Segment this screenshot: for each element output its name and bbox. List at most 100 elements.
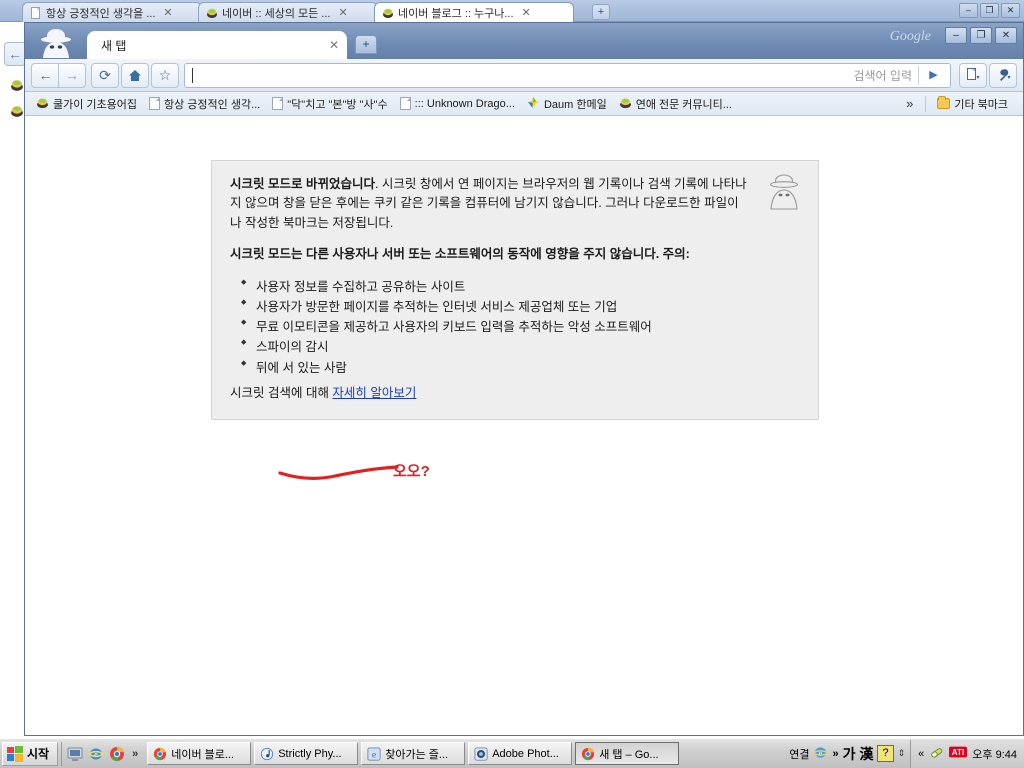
- incognito-spy-icon: [764, 173, 804, 211]
- list-item: 스파이의 감시: [241, 337, 800, 357]
- internet-explorer-icon[interactable]: e: [88, 746, 104, 762]
- ati-icon[interactable]: ATI: [949, 745, 968, 762]
- incognito-info-card: 시크릿 모드로 바뀌었습니다. 시크릿 창에서 연 페이지는 브라우저의 웹 기…: [211, 160, 819, 421]
- chrome-icon[interactable]: [109, 746, 125, 762]
- omnibox-go-button[interactable]: ▶: [918, 65, 948, 85]
- quick-launch-overflow[interactable]: »: [132, 748, 138, 760]
- browser-toolbar: ← → ⟳ ☆ 검색어 입력 ▶: [25, 59, 1023, 92]
- windows-logo-icon: [7, 745, 23, 762]
- task-label: Strictly Phy...: [278, 747, 342, 760]
- desktop-icon[interactable]: [67, 746, 83, 762]
- internet-explorer-icon: e: [367, 746, 381, 761]
- rear-minimize-button[interactable]: –: [959, 3, 978, 18]
- document-icon: [399, 97, 411, 110]
- tabstrip: 새 탭 ✕ + Google – ❐ ✕: [25, 23, 1023, 59]
- rear-back-button[interactable]: ←: [4, 42, 26, 66]
- tab-new-tab[interactable]: 새 탭 ✕: [87, 31, 347, 59]
- rear-maximize-button[interactable]: ❐: [980, 3, 999, 18]
- clock-area: « ATI 오후 9:44: [910, 739, 1024, 768]
- page-menu-icon: [966, 68, 979, 80]
- naver-icon: [619, 96, 632, 112]
- new-tab-button[interactable]: +: [355, 35, 377, 54]
- tray-connection-label[interactable]: 연결: [789, 746, 809, 762]
- task-button[interactable]: Strictly Phy...: [254, 742, 359, 765]
- bookmark-label: 연애 전문 커뮤니티...: [635, 98, 732, 111]
- list-item: 사용자가 방문한 페이지를 추적하는 인터넷 서비스 제공업체 또는 기업: [241, 297, 800, 317]
- rear-tab-0[interactable]: 항상 긍정적인 생각을 ... ✕: [22, 2, 202, 22]
- bookmark-item[interactable]: "닥"치고 "본"방 "사"수: [267, 94, 392, 114]
- address-bar[interactable]: 검색어 입력 ▶: [184, 62, 951, 88]
- maximize-button[interactable]: ❐: [970, 27, 992, 44]
- incognito-heading-2: 시크릿 모드는 다른 사용자나 서버 또는 소프트웨어의 동작에 영향을 주지 …: [230, 247, 690, 262]
- chrome-icon: [154, 747, 167, 760]
- tray-hidden-icons-chevron[interactable]: «: [918, 748, 924, 760]
- task-label: 네이버 블로...: [171, 748, 235, 761]
- page-menu-button[interactable]: [959, 62, 987, 88]
- task-button[interactable]: e 찾아가는 즐...: [361, 742, 466, 765]
- tray-overflow-button[interactable]: »: [832, 748, 838, 760]
- reload-button[interactable]: ⟳: [91, 62, 119, 88]
- rear-tab-close-icon[interactable]: ✕: [163, 6, 172, 19]
- rear-tab-close-icon[interactable]: ✕: [338, 6, 347, 19]
- document-icon: [149, 97, 161, 110]
- ime-mode-indicator[interactable]: 가: [843, 744, 856, 764]
- svg-text:e: e: [372, 749, 376, 760]
- bookmark-item[interactable]: ::: Unknown Drago...: [395, 95, 520, 112]
- bookmark-label: 항상 긍정적인 생각...: [164, 98, 261, 111]
- bookmarks-separator: [925, 95, 927, 112]
- naver-icon: [382, 7, 394, 19]
- bookmark-item[interactable]: 쿨가이 기초용어집: [31, 94, 142, 114]
- rear-naver-icon-a: [10, 78, 24, 92]
- minimize-button[interactable]: –: [945, 27, 967, 44]
- other-bookmarks-folder[interactable]: 기타 북마크: [932, 94, 1013, 114]
- task-button-active[interactable]: 새 탭 – Go...: [575, 742, 680, 765]
- bookmarks-bar: 쿨가이 기초용어집 항상 긍정적인 생각... "닥"치고 "본"방 "사"수 …: [25, 92, 1023, 116]
- task-button[interactable]: Adobe Phot...: [468, 742, 573, 765]
- task-button[interactable]: 네이버 블로...: [147, 742, 252, 765]
- close-button[interactable]: ✕: [995, 27, 1017, 44]
- ime-hanja-indicator[interactable]: 漢: [859, 744, 873, 764]
- text-caret: [192, 67, 193, 83]
- start-button[interactable]: 시작: [2, 741, 59, 766]
- back-button[interactable]: ←: [31, 62, 59, 88]
- bookmark-star-button[interactable]: ☆: [151, 62, 179, 88]
- toolbar-right-group: [959, 62, 1017, 88]
- annotation-text: 오오?: [393, 463, 430, 480]
- bookmark-label: Daum 한메일: [543, 98, 607, 111]
- forward-button[interactable]: →: [58, 62, 86, 88]
- quick-launch-bar: e »: [61, 741, 143, 766]
- incognito-heading-2-wrap: 시크릿 모드는 다른 사용자나 서버 또는 소프트웨어의 동작에 영향을 주지 …: [230, 245, 800, 264]
- annotation-underline: [278, 465, 399, 480]
- google-brand-label: Google: [889, 29, 931, 44]
- rear-close-button[interactable]: ✕: [1001, 3, 1020, 18]
- tab-label: 새 탭: [101, 38, 127, 53]
- learn-more-link[interactable]: 자세히 알아보기: [332, 386, 416, 400]
- chrome-incognito-window: 새 탭 ✕ + Google – ❐ ✕ ← → ⟳ ☆ 검색어 입력 ▶ 쿨가…: [24, 22, 1024, 736]
- internet-explorer-icon[interactable]: e: [813, 745, 828, 763]
- system-clock[interactable]: 오후 9:44: [972, 746, 1017, 762]
- incognito-spy-icon: [33, 27, 79, 59]
- bookmark-item[interactable]: 항상 긍정적인 생각...: [144, 94, 265, 114]
- home-button[interactable]: [121, 62, 149, 88]
- rear-tab-1[interactable]: 네이버 :: 세상의 모든 ... ✕: [198, 2, 378, 22]
- rear-tab-2[interactable]: 네이버 블로그 :: 누구나... ✕: [374, 2, 574, 22]
- document-icon: [272, 97, 284, 110]
- daum-icon: [527, 96, 540, 112]
- incognito-footer: 시크릿 검색에 대해 자세히 알아보기: [230, 384, 800, 403]
- rear-new-tab-button[interactable]: +: [592, 4, 610, 20]
- ime-expand-button[interactable]: ⇕: [898, 749, 906, 758]
- bookmark-item[interactable]: 연애 전문 커뮤니티...: [614, 94, 737, 114]
- task-label: 찾아가는 즐...: [385, 748, 449, 761]
- tab-close-icon[interactable]: ✕: [329, 38, 339, 52]
- photoshop-icon: [474, 746, 488, 761]
- rear-tab-close-icon[interactable]: ✕: [522, 6, 531, 19]
- incognito-warning-list: 사용자 정보를 수집하고 공유하는 사이트 사용자가 방문한 페이지를 추적하는…: [241, 277, 800, 378]
- svg-text:e: e: [94, 750, 98, 759]
- bookmarks-overflow-button[interactable]: »: [900, 96, 919, 111]
- ime-help-button[interactable]: ?: [877, 745, 894, 762]
- pill-icon[interactable]: [929, 745, 944, 763]
- folder-icon: [937, 96, 951, 109]
- chrome-icon: [582, 747, 595, 760]
- wrench-menu-button[interactable]: [989, 62, 1017, 88]
- bookmark-item[interactable]: Daum 한메일: [522, 94, 612, 114]
